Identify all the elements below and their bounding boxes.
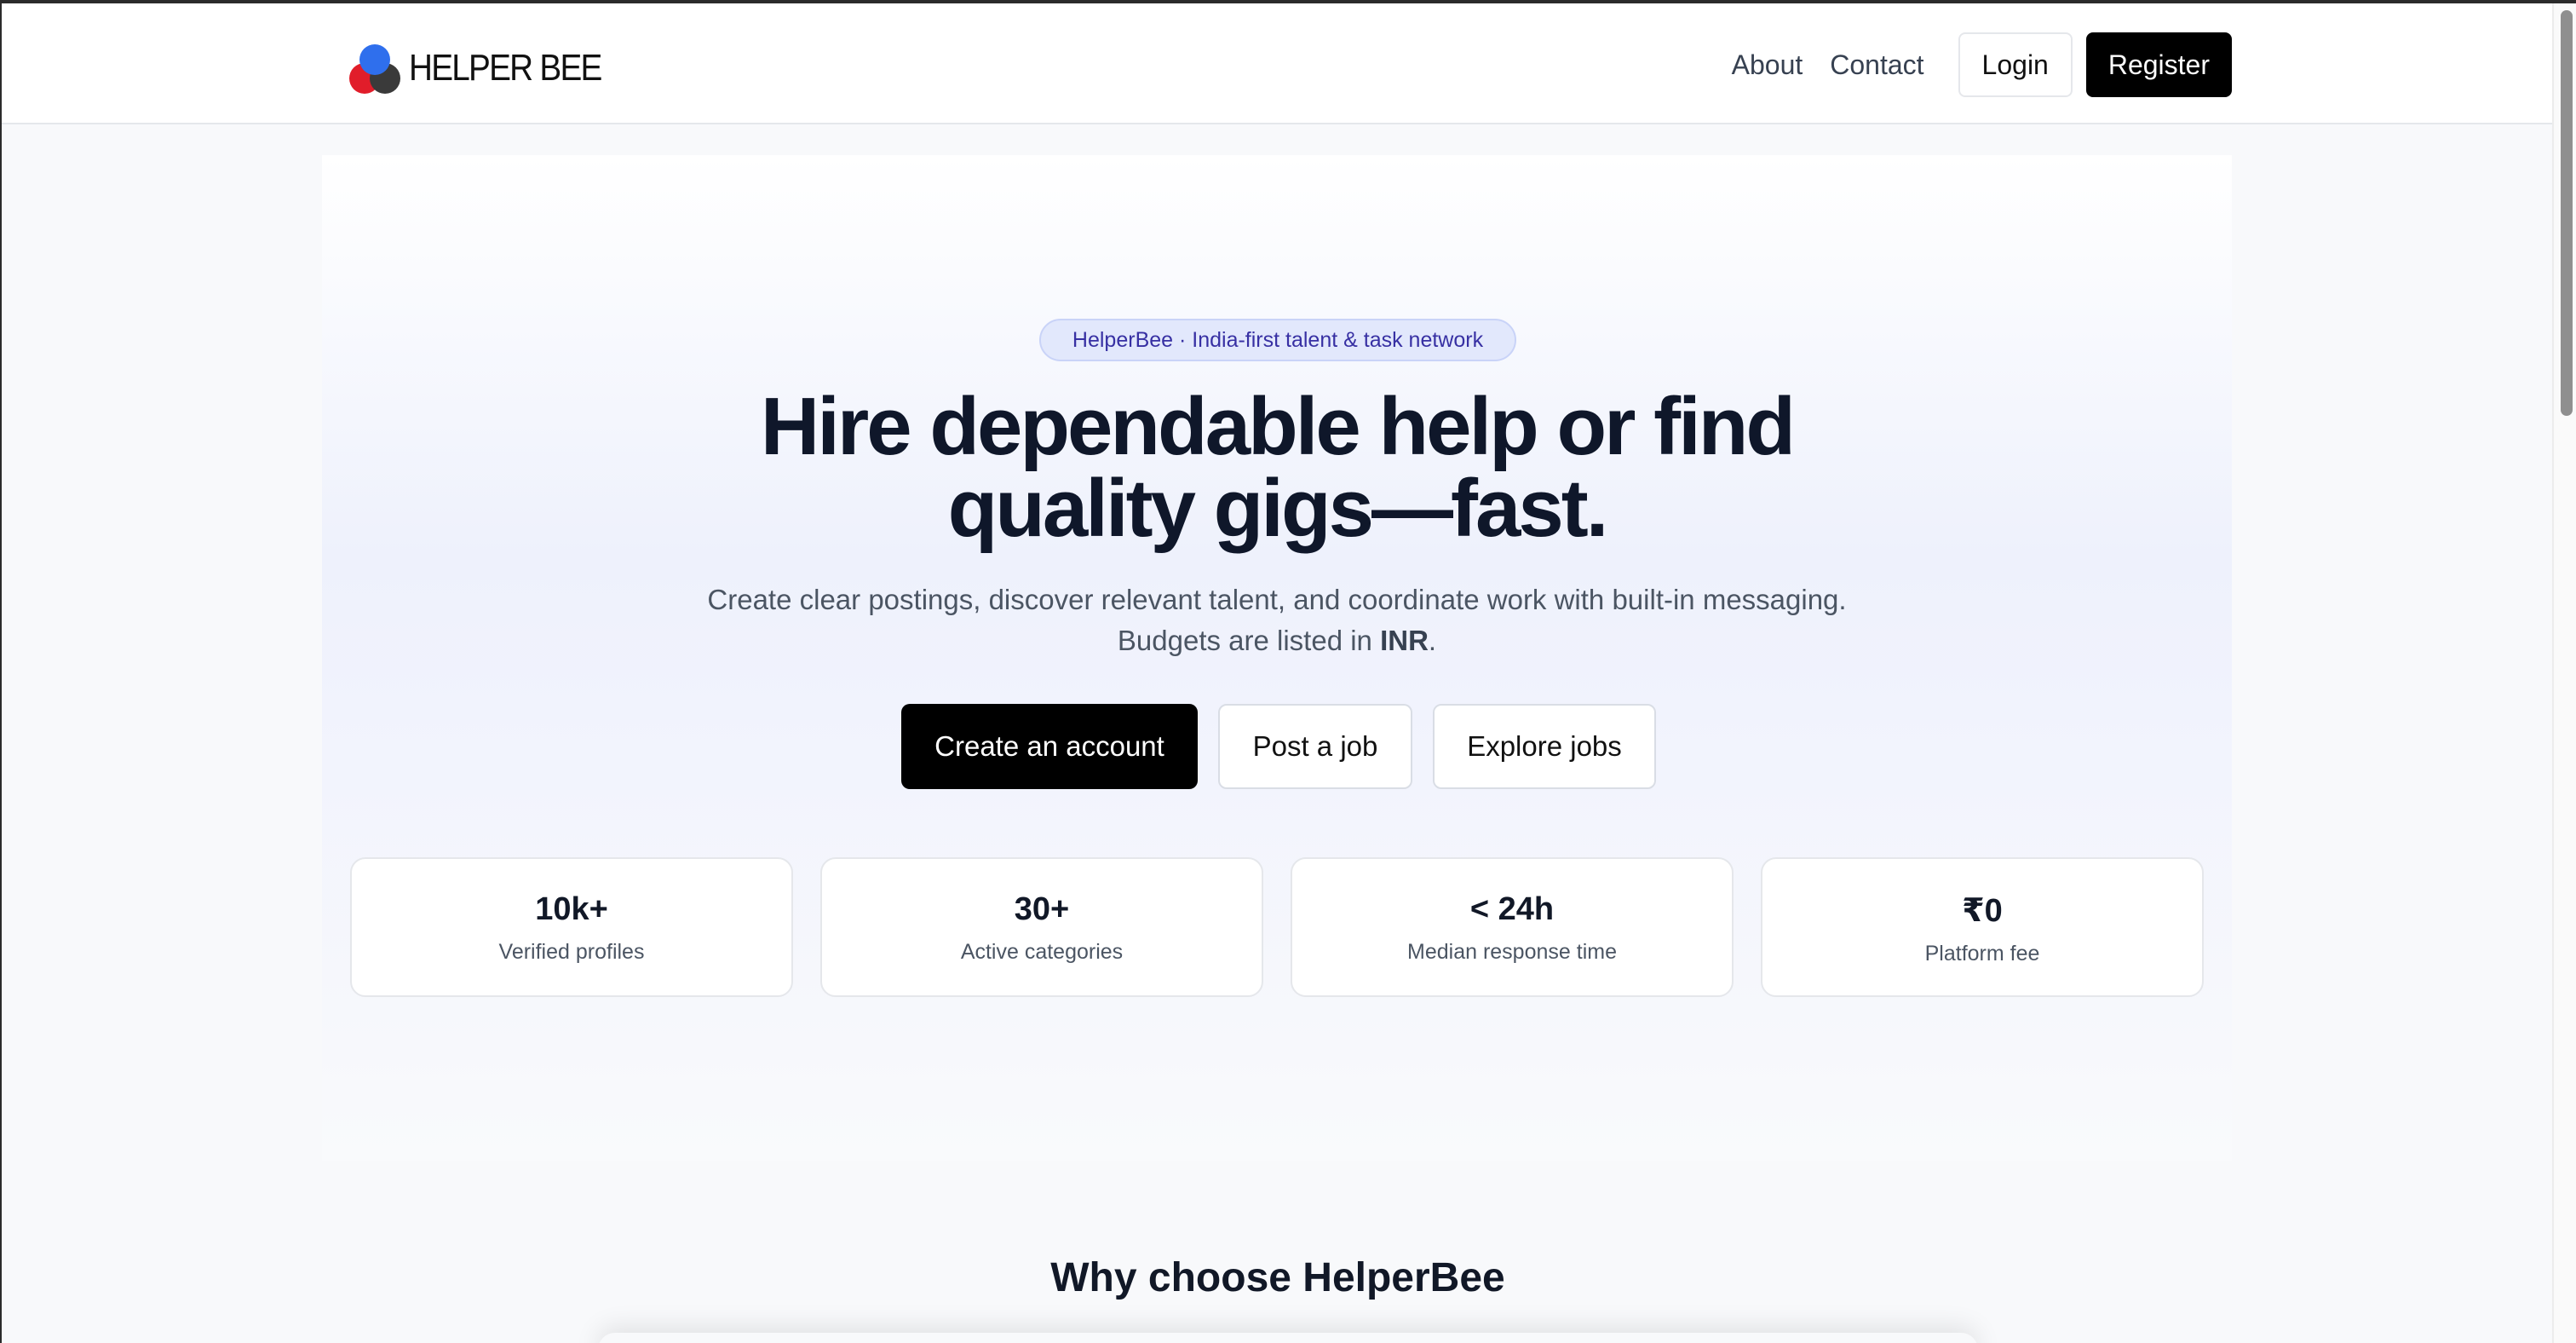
hero-section: HelperBee · India-first talent & task ne… <box>322 155 2232 1161</box>
stat-value: ₹0 <box>1962 893 2003 929</box>
hero-title-line-2: quality gigs—fast. <box>947 463 1609 554</box>
helperbee-logo-icon <box>346 43 402 94</box>
stat-value: 30+ <box>1014 891 1070 927</box>
stat-label: Median response time <box>1407 940 1617 964</box>
stat-label: Active categories <box>960 940 1124 964</box>
stat-card: 30+ Active categories <box>820 857 1263 997</box>
feature-card-edge <box>598 1333 1978 1343</box>
nav-about-link[interactable]: About <box>1732 49 1803 81</box>
create-account-button[interactable]: Create an account <box>901 704 1198 789</box>
stat-card: 10k+ Verified profiles <box>350 857 793 997</box>
hero-title-line-1: Hire dependable help or find <box>760 381 1796 472</box>
stat-card: ₹0 Platform fee <box>1761 857 2204 997</box>
hero-subtitle-line-1: Create clear postings, discover relevant… <box>707 584 1847 615</box>
browser-viewport: HELPER BEE About Contact Login Register … <box>0 0 2576 1343</box>
explore-jobs-button[interactable]: Explore jobs <box>1433 704 1656 789</box>
currency-inr: INR <box>1380 625 1429 656</box>
tagline-badge: HelperBee · India-first talent & task ne… <box>1039 319 1516 361</box>
stat-value: 10k+ <box>535 891 608 927</box>
subtitle-suffix: . <box>1428 625 1437 656</box>
subtitle-prefix: Budgets are listed in <box>1117 625 1381 656</box>
cta-row: Create an account Post a job Explore job… <box>901 704 1656 789</box>
brand-logo-link[interactable]: HELPER BEE <box>346 41 627 95</box>
stat-card: < 24h Median response time <box>1291 857 1734 997</box>
scrollbar-thumb[interactable] <box>2561 10 2573 416</box>
why-choose-heading: Why choose HelperBee <box>1050 1255 1505 1300</box>
stat-label: Platform fee <box>1924 942 2040 965</box>
nav-contact-link[interactable]: Contact <box>1830 49 1923 81</box>
post-job-button[interactable]: Post a job <box>1218 704 1412 789</box>
login-button[interactable]: Login <box>1958 32 2073 97</box>
stat-value: < 24h <box>1469 891 1555 927</box>
brand-name: HELPER BEE <box>409 47 602 89</box>
stat-label: Verified profiles <box>498 940 645 964</box>
nav-links: About Contact Login Register <box>1732 32 2232 97</box>
hero-subtitle-line-2: Budgets are listed in INR. <box>322 620 2232 661</box>
page-scrollbar[interactable] <box>2552 3 2576 1343</box>
register-button[interactable]: Register <box>2085 32 2232 97</box>
stats-row: 10k+ Verified profiles 30+ Active catego… <box>350 857 2204 997</box>
navbar: HELPER BEE About Contact Login Register <box>2 3 2554 124</box>
